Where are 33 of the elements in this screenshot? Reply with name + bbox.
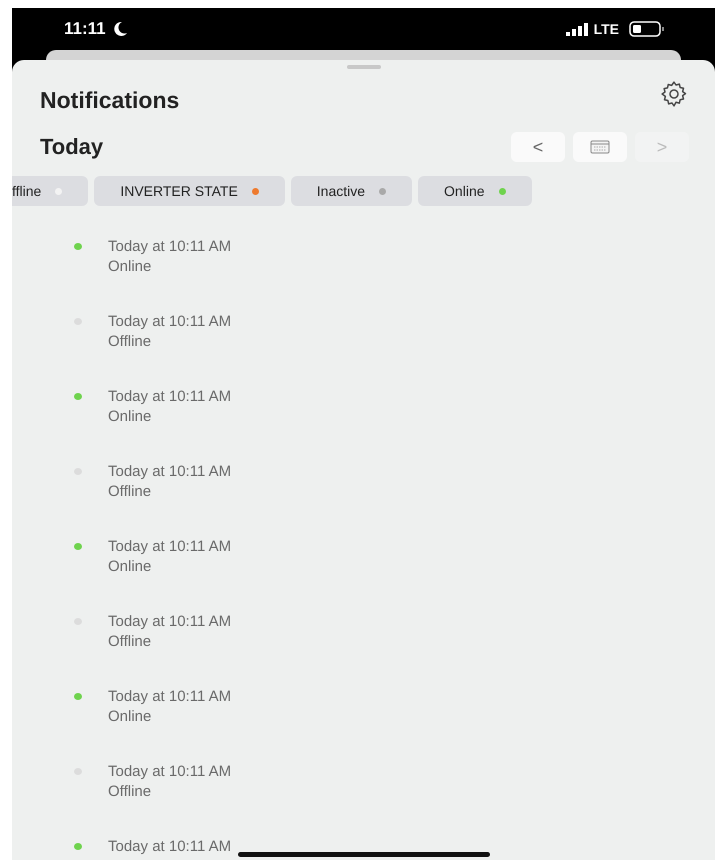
- notification-status: Offline: [108, 483, 152, 500]
- previous-day-button[interactable]: <: [511, 132, 565, 162]
- settings-icon[interactable]: [659, 78, 689, 108]
- notification-time: Today at 10:11 AM: [108, 763, 232, 780]
- day-heading: Today: [40, 134, 104, 160]
- signal-icon: [566, 22, 588, 36]
- notification-time: Today at 10:11 AM: [108, 238, 232, 255]
- moon-icon: [112, 21, 128, 37]
- notification-status: Offline: [108, 783, 152, 800]
- filter-chip[interactable]: Online: [418, 176, 532, 206]
- notification-status: Online: [108, 708, 152, 725]
- notification-time: Today at 10:11 AM: [108, 838, 232, 855]
- calendar-button[interactable]: [573, 132, 627, 162]
- notification-time: Today at 10:11 AM: [108, 313, 232, 330]
- network-label: LTE: [594, 21, 619, 37]
- notification-status: Online: [108, 558, 152, 575]
- notification-time: Today at 10:11 AM: [108, 688, 232, 705]
- drag-handle[interactable]: [346, 65, 380, 69]
- notification-status: Online: [108, 408, 152, 425]
- notification-status: Online: [108, 258, 152, 275]
- notification-time: Today at 10:11 AM: [108, 538, 232, 555]
- filter-chip[interactable]: ffline: [12, 176, 88, 206]
- notification-time: Today at 10:11 AM: [108, 463, 232, 480]
- page-title: Notifications: [40, 87, 180, 114]
- notification-status: Offline: [108, 633, 152, 650]
- notification-time: Today at 10:11 AM: [108, 613, 232, 630]
- clock-time: 11:11: [64, 19, 106, 39]
- notification-time: Today at 10:11 AM: [108, 388, 232, 405]
- notification-status: Offline: [108, 333, 152, 350]
- filter-chip[interactable]: Inactive: [290, 176, 412, 206]
- battery-icon: [629, 21, 665, 37]
- calendar-icon: [590, 140, 610, 154]
- filter-chip[interactable]: INVERTER STATE: [94, 176, 285, 206]
